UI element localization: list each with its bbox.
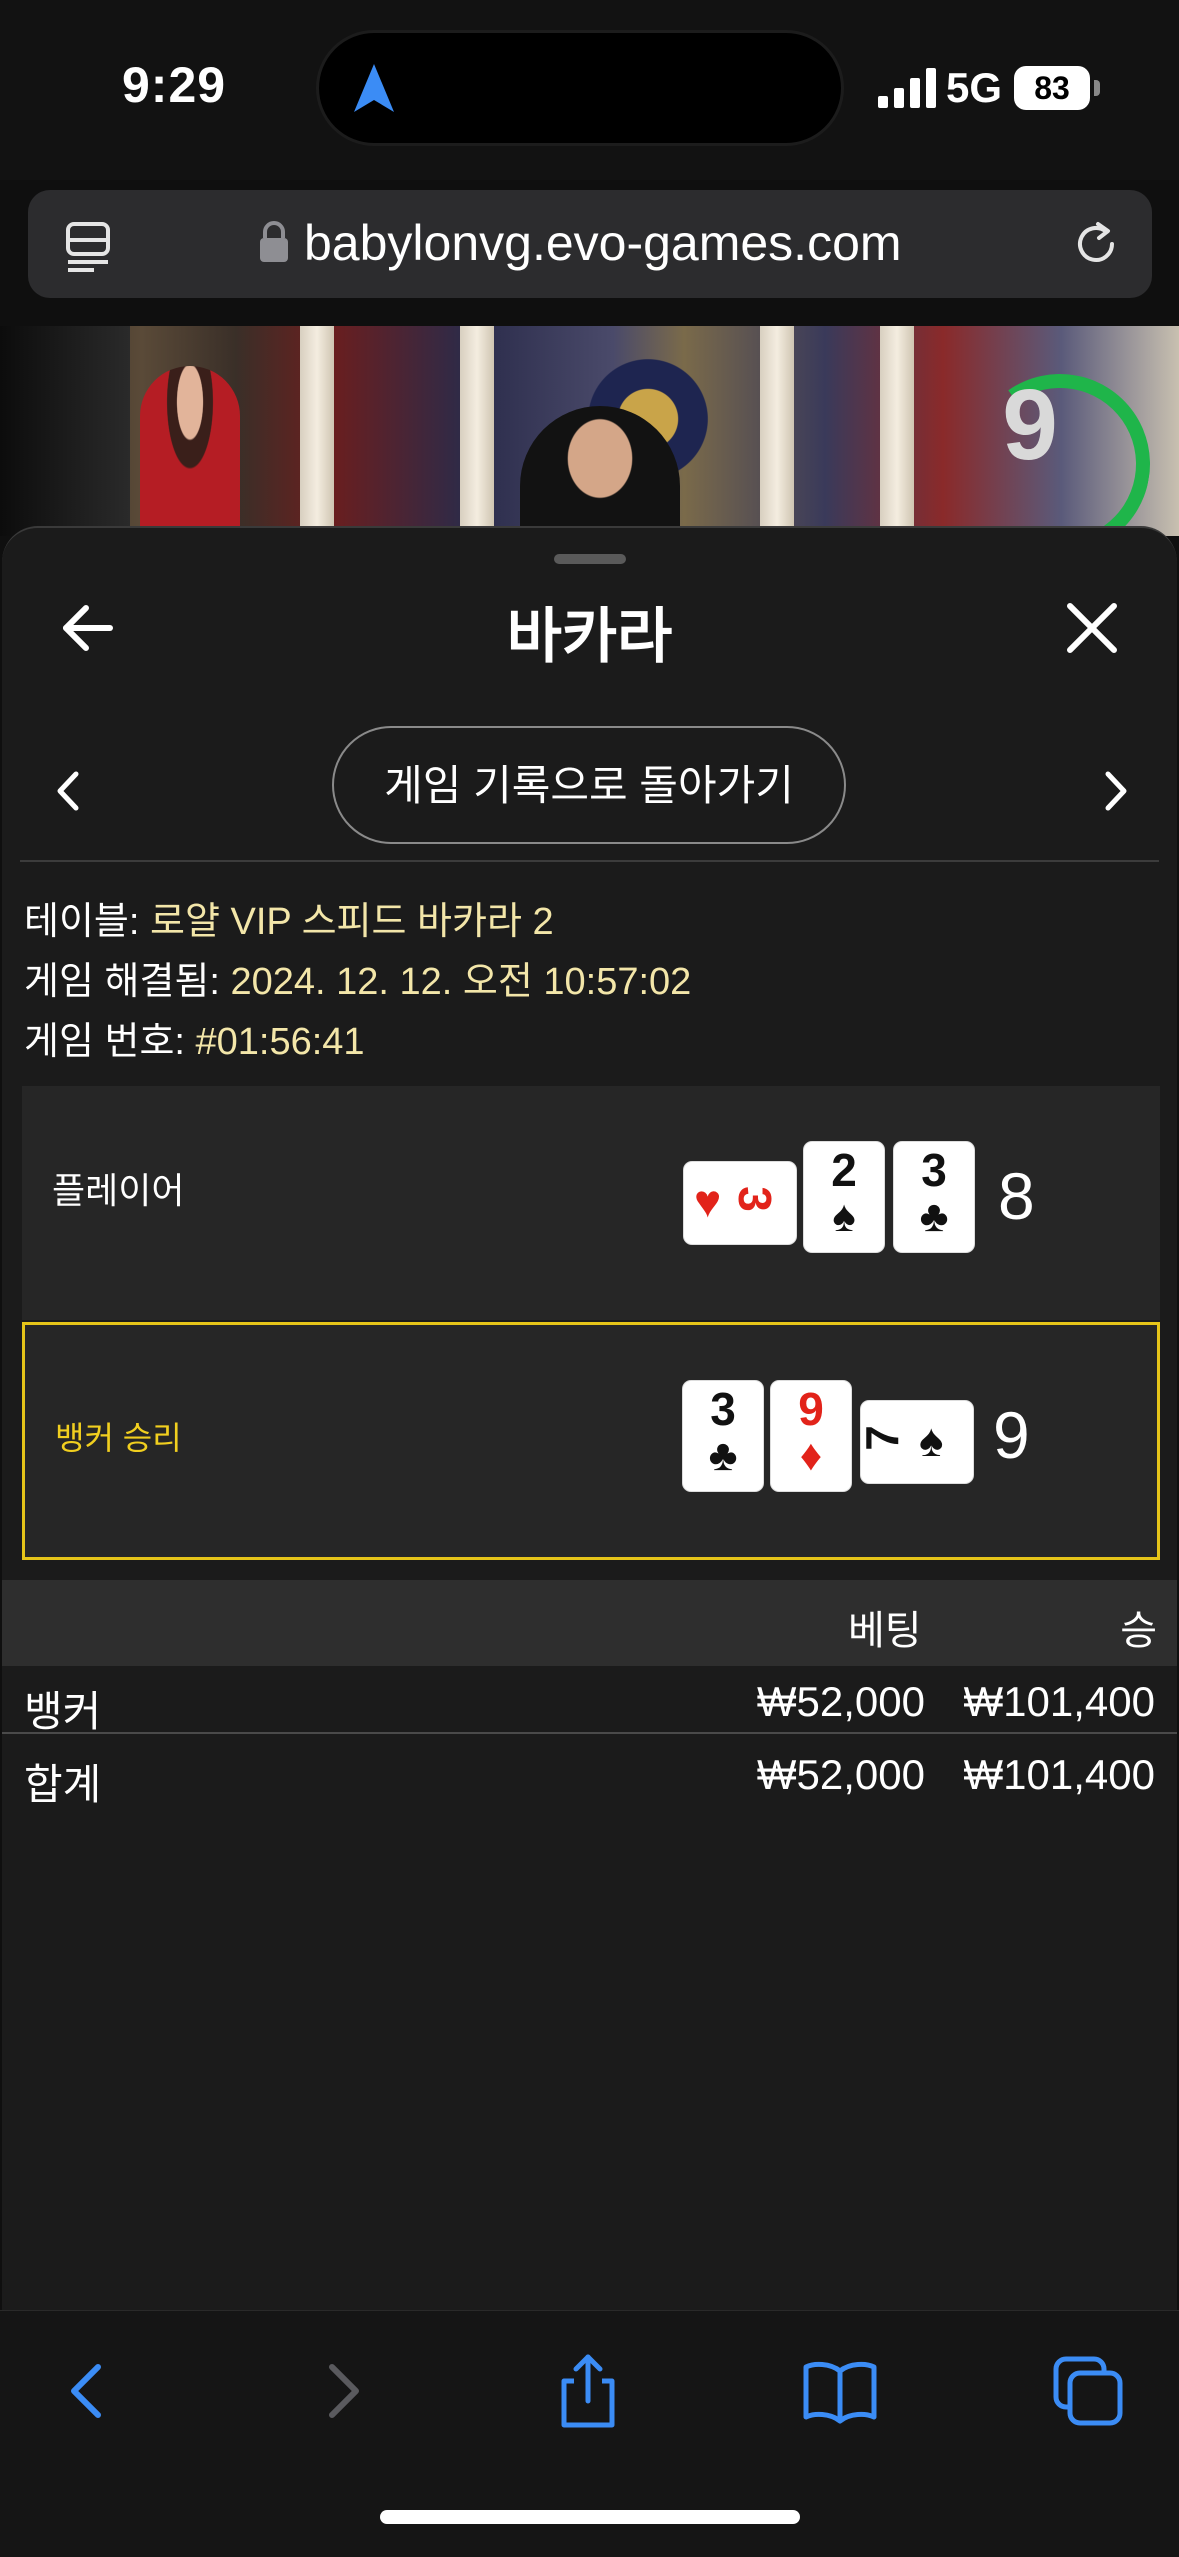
- win-column-header: 승: [1120, 1609, 1157, 1653]
- total-win-amount: ₩101,400: [963, 1751, 1155, 1798]
- resolved-label: 게임 해결됨:: [24, 961, 231, 1003]
- video-column: [300, 326, 334, 536]
- card-suit: ♦: [799, 1431, 823, 1480]
- address-bar[interactable]: babylonvg.evo-games.com: [28, 190, 1152, 298]
- divider: [2, 1732, 1177, 1734]
- divider: [20, 860, 1159, 862]
- card-suit: ♠: [919, 1414, 944, 1466]
- table-value: 로얄 VIP 스피드 바카라 2: [150, 901, 554, 943]
- home-indicator[interactable]: [380, 2510, 800, 2524]
- bet-amount: ₩52,000: [756, 1678, 925, 1725]
- playing-card: 3 ♣: [683, 1381, 763, 1491]
- playing-card: 2 ♠: [804, 1142, 884, 1252]
- banker-total: 9: [993, 1398, 1030, 1472]
- battery-icon: 83: [1014, 66, 1090, 110]
- status-time: 9:29: [122, 57, 227, 113]
- countdown-number: 9: [1002, 369, 1058, 481]
- back-icon[interactable]: [48, 2351, 128, 2431]
- card-suit: ♥: [694, 1175, 722, 1227]
- share-icon[interactable]: [548, 2351, 628, 2431]
- video-column: [460, 326, 494, 536]
- video-column: [880, 326, 914, 536]
- forward-icon[interactable]: [302, 2351, 382, 2431]
- card-suit: ♠: [832, 1192, 856, 1241]
- network-type: 5G: [946, 64, 1003, 111]
- game-number-info: 게임 번호: #01:56:41: [24, 1010, 365, 1065]
- playing-card: ♥ 3: [684, 1162, 796, 1244]
- table-row: 합계 ₩52,000 ₩101,400: [2, 1741, 1177, 1811]
- resolved-value: 2024. 12. 12. 오전 10:57:02: [230, 961, 692, 1003]
- bet-column-header: 베팅: [848, 1609, 922, 1653]
- signal-icon: [878, 68, 936, 108]
- lock-icon: [260, 221, 288, 262]
- playing-card: 3 ♣: [894, 1142, 974, 1252]
- card-rank: 3: [728, 1186, 781, 1212]
- player-result-panel: 플레이어 ♥ 3 2 ♠ 3 ♣ 8: [22, 1086, 1160, 1320]
- bets-table-header: 베팅 승: [2, 1580, 1177, 1666]
- playing-card: 9 ♦: [771, 1381, 851, 1491]
- location-arrow-icon: [354, 64, 394, 112]
- chevron-left-icon[interactable]: [50, 766, 86, 816]
- return-to-history-button[interactable]: 게임 기록으로 돌아가기: [332, 726, 846, 844]
- playing-card: 7 ♠: [856, 1401, 973, 1483]
- banker-result-panel: 뱅커 승리 3 ♣ 9 ♦ 7 ♠ 9: [22, 1322, 1160, 1560]
- card-rank: 3: [710, 1383, 736, 1435]
- sheet-title: 바카라: [506, 603, 673, 670]
- banker-win-label: 뱅커 승리: [55, 1420, 182, 1456]
- video-dealer-arm: [0, 326, 130, 536]
- game-number-value: #01:56:41: [195, 1021, 365, 1063]
- live-video-feed[interactable]: 9: [0, 326, 1179, 536]
- player-label: 플레이어: [52, 1170, 185, 1211]
- sheet-grabber[interactable]: [554, 554, 626, 564]
- table-label: 테이블:: [24, 901, 150, 943]
- game-number-label: 게임 번호:: [24, 1021, 196, 1063]
- status-bar: 9:29 5G 83: [0, 0, 1179, 180]
- battery-tip: [1094, 80, 1100, 96]
- card-suit: ♣: [708, 1431, 738, 1480]
- tabs-icon[interactable]: [1048, 2351, 1128, 2431]
- player-total: 8: [998, 1159, 1035, 1233]
- card-suit: ♣: [919, 1192, 949, 1241]
- bookmarks-icon[interactable]: [800, 2351, 880, 2431]
- total-name: 합계: [24, 1761, 102, 1808]
- card-rank: 3: [921, 1144, 947, 1196]
- reload-icon[interactable]: [1068, 216, 1124, 272]
- video-column: [760, 326, 794, 536]
- win-amount: ₩101,400: [963, 1678, 1155, 1725]
- table-info: 테이블: 로얄 VIP 스피드 바카라 2: [24, 890, 554, 945]
- game-history-sheet: 바카라 게임 기록으로 돌아가기 테이블: 로얄 VIP 스피드 바카라 2 게…: [2, 526, 1177, 2312]
- close-icon[interactable]: [1062, 598, 1122, 658]
- card-rank: 2: [831, 1144, 857, 1196]
- table-row: 뱅커 ₩52,000 ₩101,400: [2, 1668, 1177, 1738]
- card-rank: 7: [855, 1425, 908, 1451]
- card-rank: 9: [798, 1383, 824, 1435]
- resolved-info: 게임 해결됨: 2024. 12. 12. 오전 10:57:02: [24, 950, 691, 1005]
- chevron-right-icon[interactable]: [1098, 766, 1134, 816]
- total-bet-amount: ₩52,000: [756, 1751, 925, 1798]
- page-menu-icon[interactable]: [64, 220, 112, 272]
- url-text[interactable]: babylonvg.evo-games.com: [304, 214, 902, 272]
- bet-name: 뱅커: [24, 1688, 102, 1735]
- video-person: [140, 366, 240, 536]
